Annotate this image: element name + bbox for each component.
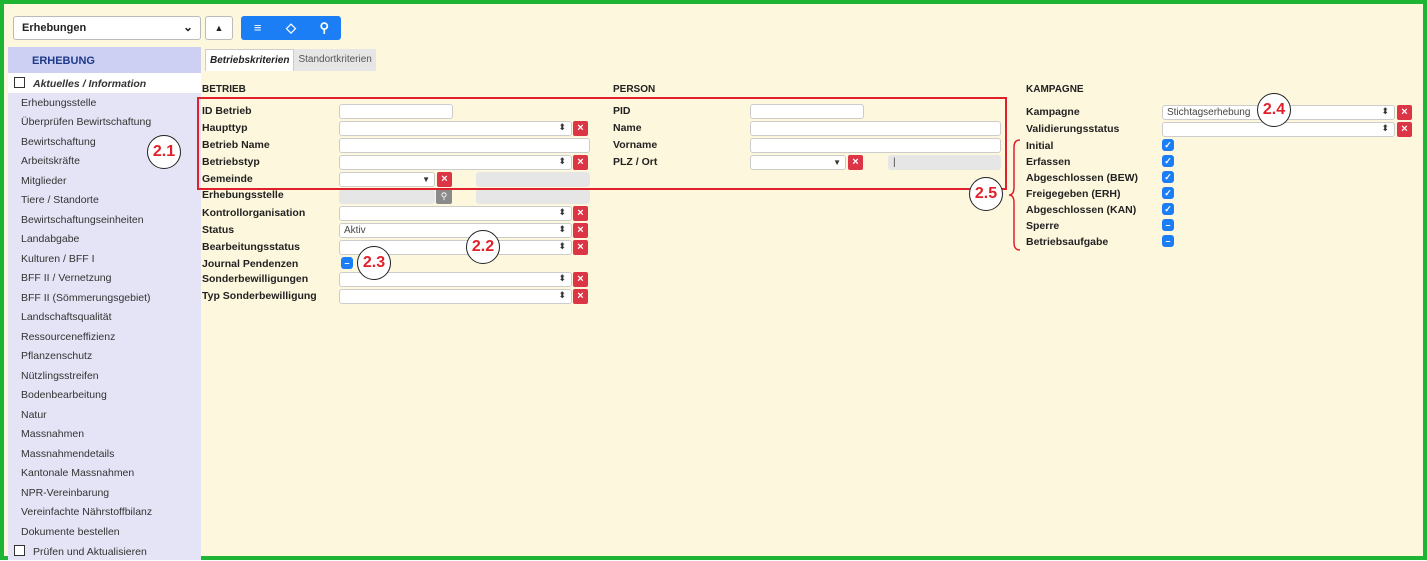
app-frame: Erhebungen ⌄ ▲ ≡ ◇ ⚲ ERHEBUNG Aktuelles … [0, 0, 1427, 560]
caret-up-icon: ▲ [214, 23, 224, 33]
label-bearbeitungsstatus: Bearbeitungsstatus [202, 241, 301, 253]
annotation-marker-2-3: 2.3 [357, 246, 391, 280]
erhebungsstelle-search-button[interactable]: ⚲ [436, 189, 452, 204]
label-kontrollorganisation: Kontrollorganisation [202, 207, 306, 219]
collapse-button[interactable]: ▲ [205, 16, 233, 40]
sidebar-item-kulturen[interactable]: Kulturen / BFF I [8, 249, 201, 269]
top-toolbar: Erhebungen ⌄ ▲ ≡ ◇ ⚲ [8, 8, 1419, 43]
sidebar-item-erhebungsstelle[interactable]: Erhebungsstelle [8, 93, 201, 113]
sidebar-header: ERHEBUNG [8, 47, 201, 73]
sidebar-item-natur[interactable]: Natur [8, 405, 201, 425]
sidebar-item-ressourceneffizienz[interactable]: Ressourceneffizienz [8, 327, 201, 347]
sidebar-item-bewirtschaftungseinheiten[interactable]: Bewirtschaftungseinheiten [8, 210, 201, 230]
bearbeitungsstatus-clear-button[interactable]: × [573, 240, 588, 255]
tab-betriebskriterien[interactable]: Betriebskriterien [205, 49, 295, 71]
search-icon: ⚲ [440, 191, 448, 201]
annotation-marker-2-1: 2.1 [147, 135, 181, 169]
status-label-sperre: Sperre [1026, 220, 1060, 232]
kampagne-select-value: Stichtagserhebung [1167, 107, 1251, 118]
sidebar-item-kantonale-massnahmen[interactable]: Kantonale Massnahmen [8, 463, 201, 483]
typ-sonderbewilligung-clear-button[interactable]: × [573, 289, 588, 304]
module-select[interactable]: Erhebungen ⌄ [13, 16, 201, 40]
journal-pendenzen-checkbox[interactable]: – [341, 257, 353, 269]
status-checkbox-betriebsaufgabe[interactable]: – [1162, 235, 1174, 247]
tab-standortkriterien[interactable]: Standortkriterien [294, 49, 376, 71]
annotation-brace [1008, 139, 1021, 251]
kontrollorganisation-clear-button[interactable]: × [573, 206, 588, 221]
erhebungsstelle-name-display [476, 189, 590, 204]
sidebar-item-naehrstoffbilanz[interactable]: Vereinfachte Nährstoffbilanz [8, 502, 201, 522]
section-title-betrieb: BETRIEB [202, 84, 246, 95]
sidebar-item-massnahmendetails[interactable]: Massnahmendetails [8, 444, 201, 464]
status-checkbox-erfassen[interactable]: ✓ [1162, 155, 1174, 167]
sidebar-item-npr[interactable]: NPR-Vereinbarung [8, 483, 201, 503]
sidebar-item-bff2-vernetzung[interactable]: BFF II / Vernetzung [8, 268, 201, 288]
validierungsstatus-clear-button[interactable]: × [1397, 122, 1412, 137]
annotation-marker-2-2: 2.2 [466, 230, 500, 264]
list-icon[interactable]: ≡ [241, 16, 274, 40]
status-select[interactable]: Aktiv [339, 223, 572, 238]
status-checkbox-abgeschlossen-kan[interactable]: ✓ [1162, 203, 1174, 215]
label-journal-pendenzen: Journal Pendenzen [202, 258, 299, 270]
status-label-initial: Initial [1026, 140, 1054, 152]
sidebar-item-landabgabe[interactable]: Landabgabe [8, 229, 201, 249]
chevron-down-icon: ⌄ [182, 20, 193, 34]
annotation-marker-2-4: 2.4 [1257, 93, 1291, 127]
search-icon[interactable]: ⚲ [308, 16, 341, 40]
label-validierungsstatus: Validierungsstatus [1026, 123, 1120, 135]
status-checkbox-initial[interactable]: ✓ [1162, 139, 1174, 151]
kontrollorganisation-select[interactable] [339, 206, 572, 221]
label-kampagne: Kampagne [1026, 106, 1080, 118]
annotation-highlight-box [197, 97, 1007, 190]
status-select-value: Aktiv [344, 225, 366, 236]
sonderbewilligungen-clear-button[interactable]: × [573, 272, 588, 287]
status-label-freigegeben-erh: Freigegeben (ERH) [1026, 188, 1121, 200]
sidebar-item-massnahmen[interactable]: Massnahmen [8, 424, 201, 444]
sidebar-item-ueberpruefen[interactable]: Überprüfen Bewirtschaftung [8, 112, 201, 132]
section-title-kampagne: KAMPAGNE [1026, 84, 1084, 95]
sidebar-item-tiere[interactable]: Tiere / Standorte [8, 190, 201, 210]
status-checkbox-freigegeben-erh[interactable]: ✓ [1162, 187, 1174, 199]
status-checkbox-sperre[interactable]: – [1162, 219, 1174, 231]
status-checkbox-abgeschlossen-bew[interactable]: ✓ [1162, 171, 1174, 183]
eraser-icon[interactable]: ◇ [274, 16, 307, 40]
module-select-value: Erhebungen [22, 22, 87, 34]
sidebar-item-landschaftsqualitaet[interactable]: Landschaftsqualität [8, 307, 201, 327]
annotation-marker-2-5: 2.5 [969, 177, 1003, 211]
label-erhebungsstelle: Erhebungsstelle [202, 189, 284, 201]
sidebar-item-bodenbearbeitung[interactable]: Bodenbearbeitung [8, 385, 201, 405]
label-sonderbewilligungen: Sonderbewilligungen [202, 273, 309, 285]
action-button-group: ≡ ◇ ⚲ [241, 16, 341, 40]
status-label-abgeschlossen-bew: Abgeschlossen (BEW) [1026, 172, 1139, 184]
sidebar-item-aktuelles[interactable]: Aktuelles / Information [8, 73, 201, 93]
sidebar-item-pflanzenschutz[interactable]: Pflanzenschutz [8, 346, 201, 366]
sidebar-item-pruefen[interactable]: Prüfen und Aktualisieren [8, 541, 201, 561]
kampagne-clear-button[interactable]: × [1397, 105, 1412, 120]
erhebungsstelle-input[interactable] [339, 189, 435, 204]
label-status: Status [202, 224, 235, 236]
status-label-abgeschlossen-kan: Abgeschlossen (KAN) [1026, 204, 1137, 216]
status-clear-button[interactable]: × [573, 223, 588, 238]
sidebar-item-dokumente[interactable]: Dokumente bestellen [8, 522, 201, 542]
label-typ-sonderbewilligung: Typ Sonderbewilligung [202, 290, 317, 302]
sidebar-item-bff2-soemmerung[interactable]: BFF II (Sömmerungsgebiet) [8, 288, 201, 308]
tab-bar: Betriebskriterien Standortkriterien [205, 49, 376, 71]
sidebar-item-mitglieder[interactable]: Mitglieder [8, 171, 201, 191]
status-label-betriebsaufgabe: Betriebsaufgabe [1026, 236, 1109, 248]
section-title-person: PERSON [613, 84, 656, 95]
typ-sonderbewilligung-select[interactable] [339, 289, 572, 304]
status-label-erfassen: Erfassen [1026, 156, 1071, 168]
sidebar: ERHEBUNG Aktuelles / Information Erhebun… [8, 47, 201, 560]
sidebar-item-nuetzlingsstreifen[interactable]: Nützlingsstreifen [8, 366, 201, 386]
